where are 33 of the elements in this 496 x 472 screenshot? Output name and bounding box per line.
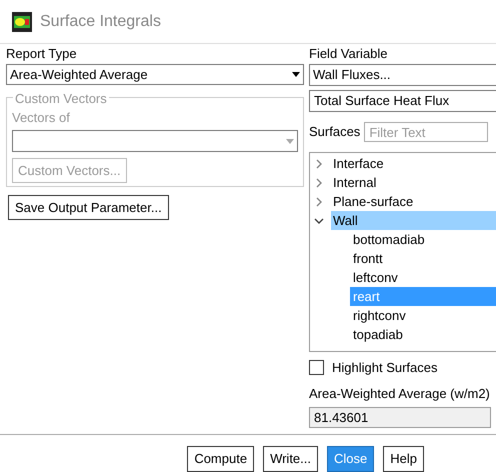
chevron-right-icon[interactable]: [314, 158, 324, 168]
dropdown-arrow-icon: [286, 138, 294, 144]
report-type-label: Report Type: [6, 46, 78, 62]
tree-item[interactable]: frontt: [350, 249, 496, 268]
tree-item[interactable]: leftconv: [350, 268, 496, 287]
vectors-of-label: Vectors of: [12, 110, 71, 126]
result-field: 81.43601: [309, 407, 491, 428]
chevron-down-icon[interactable]: [314, 216, 324, 226]
dialog-button[interactable]: Compute: [187, 446, 254, 472]
dialog-button[interactable]: Write...: [263, 446, 318, 472]
tree-item[interactable]: bottomadiab: [350, 230, 496, 249]
highlight-surfaces-checkbox[interactable]: [309, 360, 324, 376]
tree-item[interactable]: Interface: [331, 154, 496, 173]
dialog-button[interactable]: Help: [383, 446, 424, 472]
field-variable-label: Field Variable: [309, 46, 389, 62]
chevron-right-icon[interactable]: [314, 178, 324, 188]
tree-item[interactable]: Plane-surface: [331, 192, 496, 211]
field-category-dropdown[interactable]: Wall Fluxes...: [309, 64, 496, 86]
window-title: Surface Integrals: [40, 12, 161, 32]
report-type-dropdown[interactable]: Area-Weighted Average: [6, 64, 304, 85]
filter-text-field[interactable]: Filter Text: [364, 122, 488, 142]
field-variable-dropdown[interactable]: Total Surface Heat Flux: [309, 90, 496, 112]
tree-item[interactable]: Internal: [331, 173, 496, 192]
app-logo-icon: [12, 12, 32, 32]
chevron-right-icon[interactable]: [314, 196, 324, 206]
tree-item[interactable]: Wall: [331, 211, 496, 230]
result-label: Area-Weighted Average (w/m2): [309, 384, 491, 403]
tree-item[interactable]: rightconv: [350, 306, 496, 325]
dropdown-arrow-icon: [292, 72, 300, 77]
surfaces-label: Surfaces: [309, 123, 360, 142]
highlight-surfaces-label: Highlight Surfaces: [332, 359, 438, 377]
save-output-parameter-button[interactable]: Save Output Parameter...: [8, 195, 169, 220]
tree-item[interactable]: topadiab: [350, 325, 496, 344]
